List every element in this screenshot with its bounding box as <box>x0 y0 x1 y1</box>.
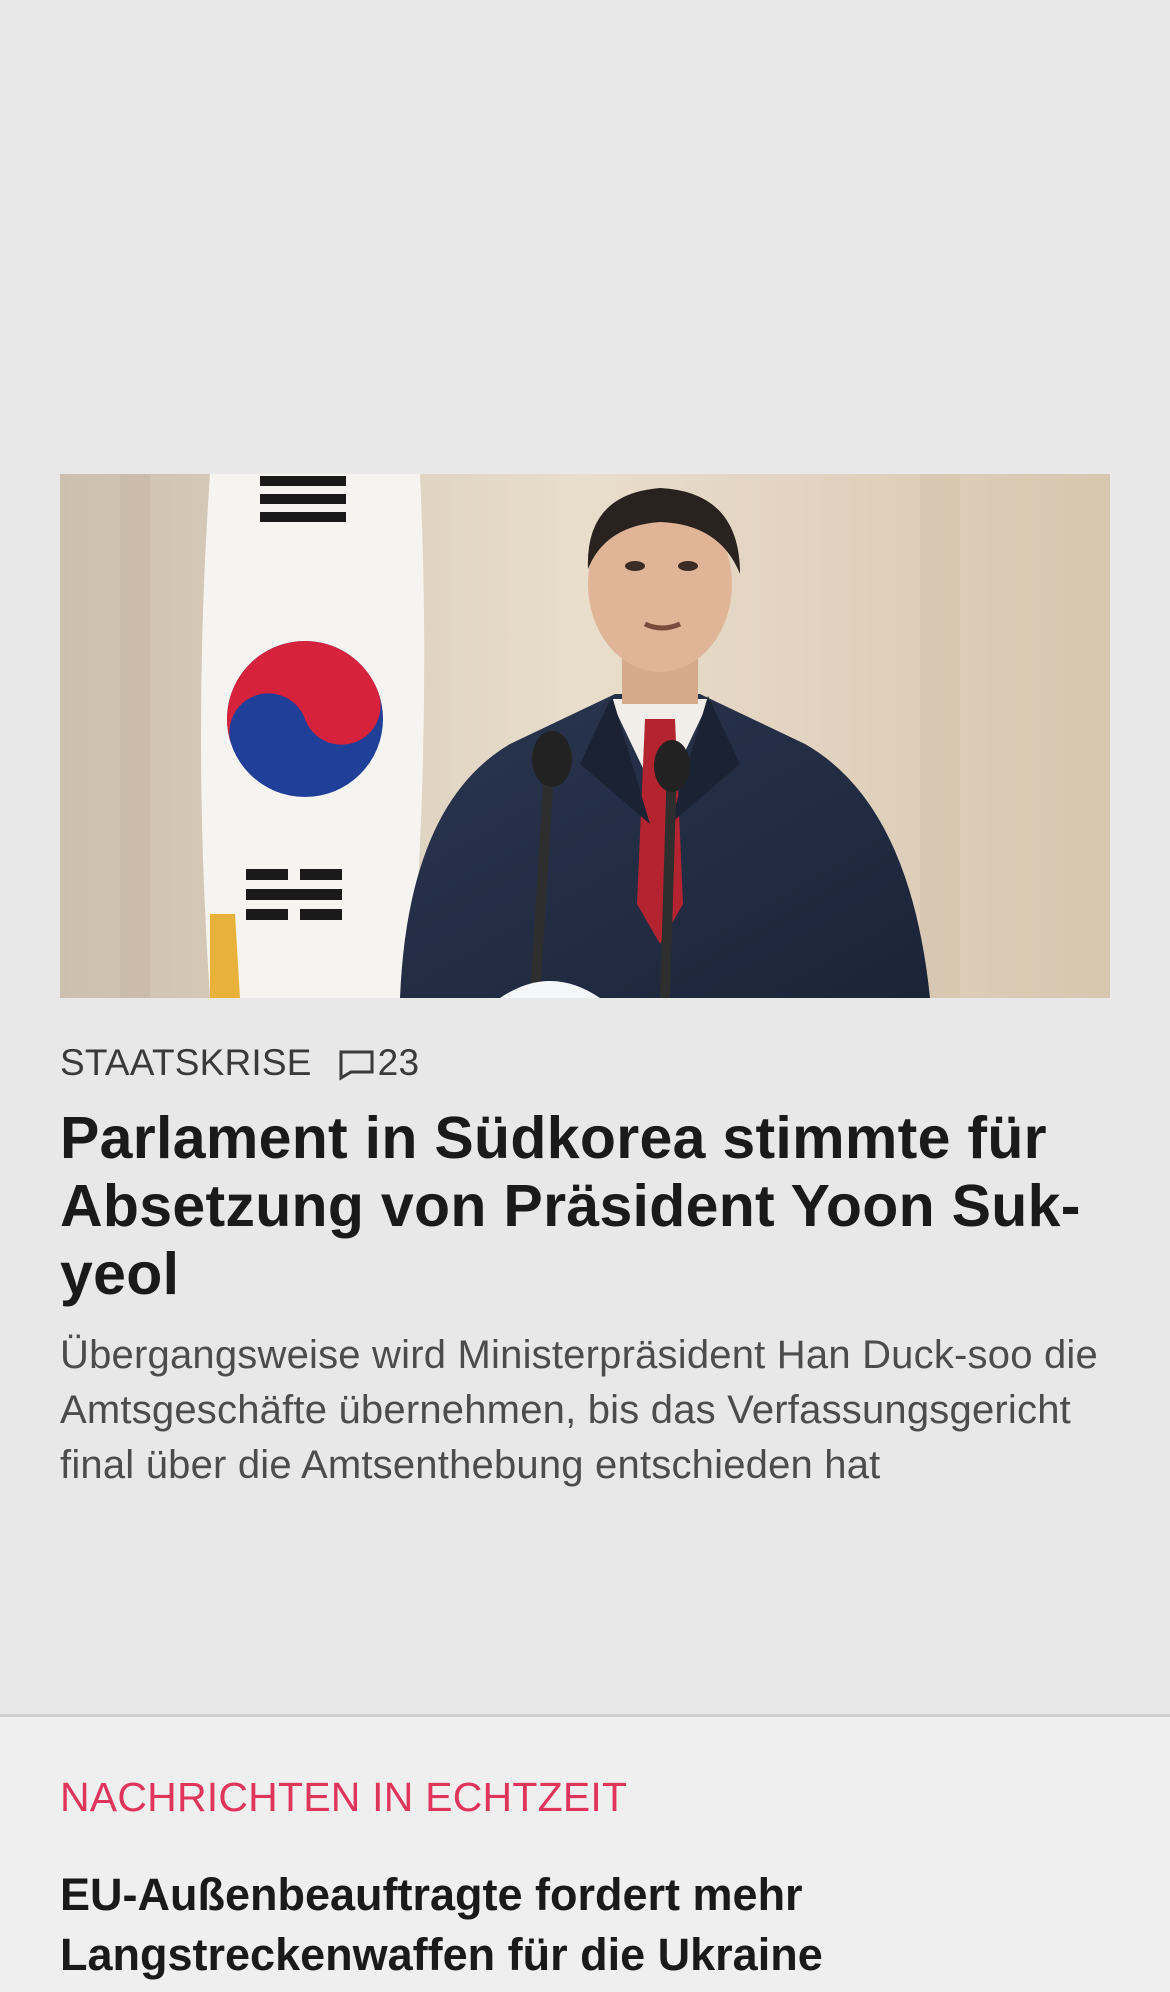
article-headline[interactable]: Parlament in Südkorea stimmte für Absetz… <box>60 1104 1110 1308</box>
article-teaser-text: Übergangsweise wird Ministerpräsident Ha… <box>60 1333 1098 1487</box>
comment-count-link[interactable]: 23 <box>336 1042 420 1084</box>
live-news-title[interactable]: NACHRICHTEN IN ECHTZEIT <box>60 1773 627 1821</box>
live-news-section: NACHRICHTEN IN ECHTZEIT EU-Außenbeauftra… <box>0 1717 1170 1992</box>
comment-count: 23 <box>377 1042 420 1083</box>
ad-placeholder <box>0 0 1170 474</box>
article-image[interactable] <box>60 474 1110 998</box>
article-kicker: STAATSKRISE <box>60 1042 312 1083</box>
article-teaser[interactable]: STAATSKRISE 23 Parlament in Südkorea sti… <box>60 474 1110 1493</box>
article-meta: STAATSKRISE 23 <box>60 1042 1110 1084</box>
comment-bubble-icon <box>339 1050 374 1081</box>
live-news-item[interactable]: EU-Außenbeauftragte fordert mehr Langstr… <box>60 1865 1120 1985</box>
